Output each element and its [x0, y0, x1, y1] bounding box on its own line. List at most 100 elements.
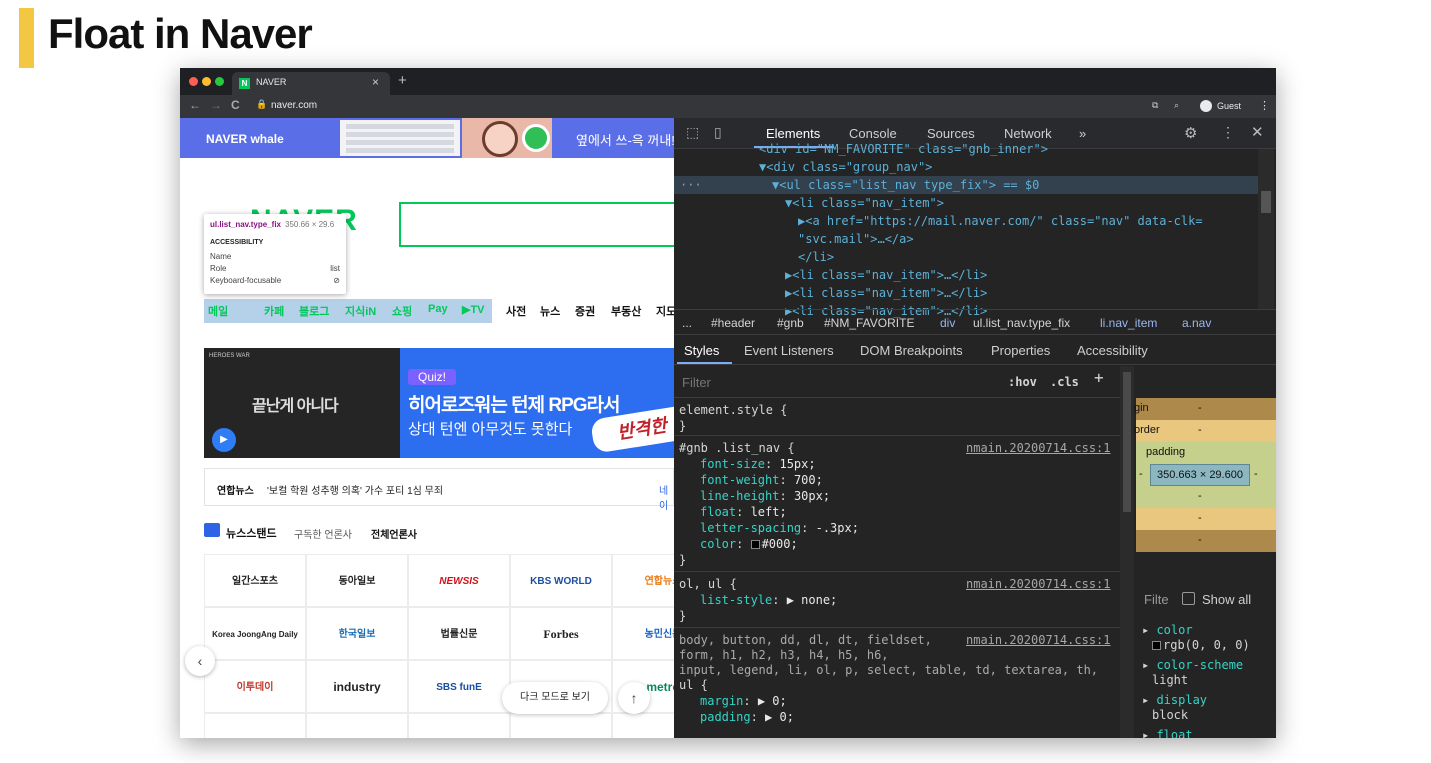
- nav-item-realestate[interactable]: 부동산: [611, 303, 641, 319]
- hov-toggle[interactable]: :hov: [1008, 374, 1037, 390]
- breadcrumb-item[interactable]: div: [940, 316, 955, 330]
- breadcrumb-item[interactable]: a.nav: [1182, 316, 1211, 330]
- press-cell[interactable]: [612, 713, 674, 738]
- prop-value[interactable]: 30px;: [794, 489, 830, 503]
- prop-value[interactable]: ▶ 0;: [765, 710, 794, 724]
- prop-value[interactable]: 700;: [794, 473, 823, 487]
- press-cell[interactable]: KBS WORLD: [510, 554, 612, 607]
- styles-filter-input[interactable]: [682, 375, 882, 390]
- press-cell[interactable]: Forbes: [510, 607, 612, 660]
- press-cell[interactable]: 한국일보: [306, 607, 408, 660]
- rule-selector[interactable]: #gnb .list_nav {: [679, 440, 795, 456]
- rule-source-link[interactable]: nmain.20200714.css:1: [966, 440, 1111, 456]
- press-cell[interactable]: [408, 713, 510, 738]
- dom-line[interactable]: ▶<a href="https://mail.naver.com/" class…: [798, 212, 1203, 230]
- news-headline-bar[interactable]: 연합뉴스 '보컬 학원 성추행 의혹' 가수 포티 1심 무죄 네이: [204, 468, 674, 512]
- styles-scrollbar[interactable]: [1120, 366, 1134, 738]
- press-cell[interactable]: [306, 713, 408, 738]
- maximize-window-button[interactable]: [215, 77, 224, 86]
- whale-banner[interactable]: NAVER whale 옆에서 쓰-윽 꺼내!: [180, 118, 674, 158]
- breadcrumb-item[interactable]: li.nav_item: [1100, 316, 1157, 330]
- nav-item-cafe[interactable]: 카페: [264, 303, 284, 319]
- prop-value[interactable]: #000;: [762, 537, 798, 551]
- new-rule-button[interactable]: +: [1094, 370, 1104, 386]
- game-banner-left[interactable]: HEROES WAR 끝난게 아니다 ▶: [204, 348, 400, 458]
- tab-properties[interactable]: Properties: [991, 343, 1050, 358]
- newsstand-title[interactable]: 뉴스스탠드: [226, 525, 277, 541]
- tab-elements[interactable]: Elements: [766, 126, 820, 141]
- dom-line[interactable]: <div id="NM_FAVORITE" class="gnb_inner">: [759, 140, 1048, 158]
- press-cell[interactable]: Korea JoongAng Daily: [204, 607, 306, 660]
- dom-line[interactable]: </li>: [798, 248, 834, 266]
- tab-dom-breakpoints[interactable]: DOM Breakpoints: [860, 343, 963, 358]
- show-all-checkbox[interactable]: [1182, 592, 1195, 605]
- rule-source-link[interactable]: nmain.20200714.css:1: [966, 632, 1111, 648]
- play-icon[interactable]: ▶: [212, 428, 236, 452]
- tab-close-icon[interactable]: ×: [372, 75, 379, 89]
- gear-icon[interactable]: ⚙: [1184, 124, 1197, 142]
- more-options-icon[interactable]: ⋮: [1221, 124, 1235, 141]
- dom-line-selected[interactable]: ▼<ul class="list_nav type_fix"> == $0: [772, 176, 1039, 194]
- nav-item-dictionary[interactable]: 사전: [506, 303, 526, 319]
- computed-prop-name[interactable]: float: [1156, 728, 1192, 738]
- prop-name[interactable]: color: [700, 537, 736, 551]
- tab-event-listeners[interactable]: Event Listeners: [744, 343, 834, 358]
- game-banner-right[interactable]: Quiz! 히어로즈워는 턴제 RPG라서 상대 턴엔 아무것도 못한다 반격한: [400, 348, 674, 458]
- press-cell[interactable]: [510, 713, 612, 738]
- prop-name[interactable]: margin: [700, 694, 743, 708]
- press-cell[interactable]: SBS funE: [408, 660, 510, 713]
- inspect-element-icon[interactable]: ⬚: [686, 124, 699, 141]
- more-tabs-icon[interactable]: »: [1079, 126, 1086, 141]
- breadcrumb-item[interactable]: ...: [682, 316, 692, 330]
- prev-page-button[interactable]: ‹: [185, 646, 215, 676]
- tab-network[interactable]: Network: [1004, 126, 1052, 141]
- prop-name[interactable]: float: [700, 505, 736, 519]
- profile-button[interactable]: Guest: [1196, 98, 1256, 115]
- close-window-button[interactable]: [189, 77, 198, 86]
- browser-menu-icon[interactable]: ⋮: [1259, 99, 1270, 112]
- prop-value[interactable]: 15px;: [779, 457, 815, 471]
- all-press-link[interactable]: 전체언론사: [371, 526, 417, 541]
- computed-prop-name[interactable]: color: [1156, 623, 1192, 637]
- tab-console[interactable]: Console: [849, 126, 897, 141]
- dom-line[interactable]: ▶<li class="nav_item">…</li>: [785, 284, 987, 302]
- reload-icon[interactable]: C: [231, 98, 240, 112]
- rule-source-link[interactable]: nmain.20200714.css:1: [966, 576, 1111, 592]
- omnibox[interactable]: 🔒 naver.com: [256, 99, 1136, 114]
- tab-accessibility[interactable]: Accessibility: [1077, 343, 1148, 358]
- rule-selector[interactable]: element.style {: [679, 402, 787, 418]
- cls-toggle[interactable]: .cls: [1050, 374, 1079, 390]
- press-cell[interactable]: 법률신문: [408, 607, 510, 660]
- computed-prop-name[interactable]: display: [1156, 693, 1207, 707]
- browser-tab[interactable]: N NAVER ×: [232, 72, 390, 95]
- breadcrumb-item[interactable]: #gnb: [777, 316, 804, 330]
- nav-item-map[interactable]: 지도: [656, 303, 674, 319]
- prop-value[interactable]: -.3px;: [816, 521, 859, 535]
- dom-line[interactable]: ▼<div class="group_nav">: [759, 158, 932, 176]
- breadcrumb-item[interactable]: ul.list_nav.type_fix: [973, 316, 1070, 330]
- news-headline[interactable]: '보컬 학원 성추행 의혹' 가수 포티 1심 무죄: [267, 482, 443, 497]
- prop-name[interactable]: line-height: [700, 489, 779, 503]
- press-cell[interactable]: 이투데이: [204, 660, 306, 713]
- dom-line[interactable]: ▼<li class="nav_item">: [785, 194, 944, 212]
- prop-value[interactable]: ▶ 0;: [758, 694, 787, 708]
- close-icon[interactable]: ✕: [1251, 123, 1264, 141]
- zoom-icon[interactable]: ⌕: [1174, 100, 1179, 111]
- color-swatch-icon[interactable]: [750, 540, 760, 549]
- subscribed-press-link[interactable]: 구독한 언론사: [294, 526, 352, 541]
- news-more-link[interactable]: 네이: [659, 482, 673, 512]
- tab-styles[interactable]: Styles: [684, 343, 719, 358]
- prop-name[interactable]: font-weight: [700, 473, 779, 487]
- press-cell[interactable]: NEWSIS: [408, 554, 510, 607]
- dom-scrollbar[interactable]: [1258, 149, 1274, 309]
- prop-name[interactable]: letter-spacing: [700, 521, 801, 535]
- press-cell[interactable]: 연합뉴스: [612, 554, 674, 607]
- new-tab-button[interactable]: +: [398, 72, 407, 89]
- prop-name[interactable]: font-size: [700, 457, 765, 471]
- computed-prop-name[interactable]: color-scheme: [1156, 658, 1243, 672]
- prop-value[interactable]: left;: [751, 505, 787, 519]
- device-toggle-icon[interactable]: ▯: [714, 124, 722, 141]
- prop-name[interactable]: list-style: [700, 593, 772, 607]
- nav-item-pay[interactable]: Pay: [428, 303, 448, 315]
- computed-filter-input[interactable]: Filte: [1144, 592, 1169, 607]
